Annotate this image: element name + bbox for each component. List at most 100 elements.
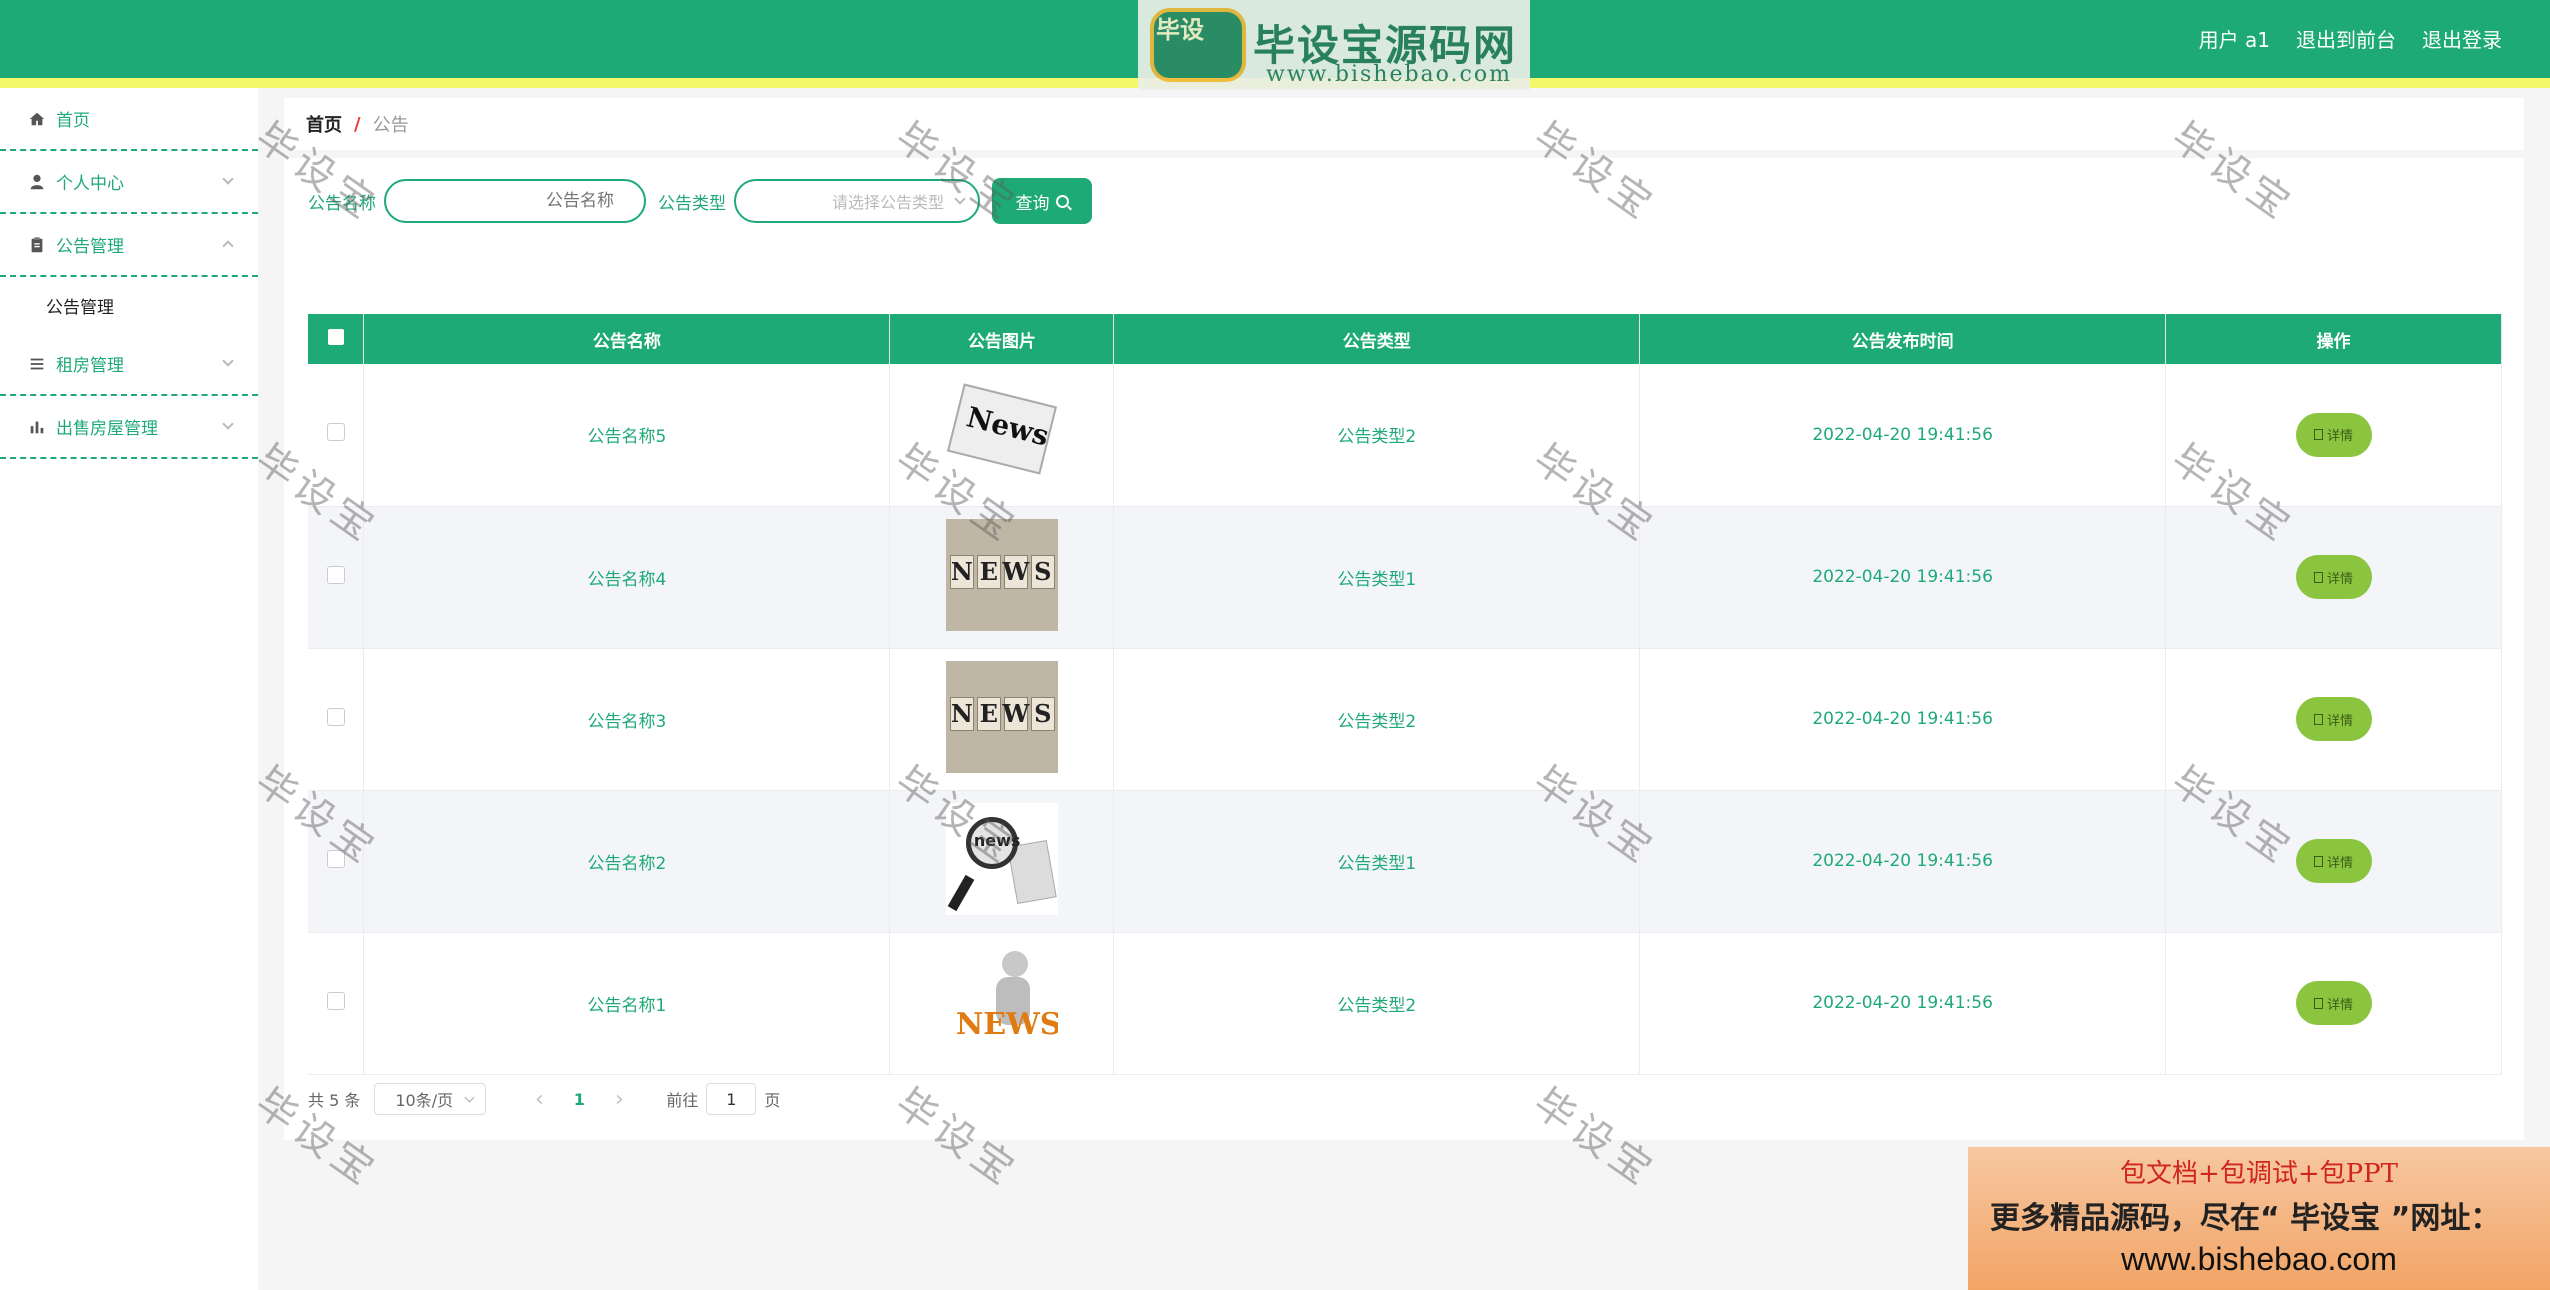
logout-link[interactable]: 退出登录: [2422, 24, 2502, 53]
notice-type-label: 公告类型: [658, 193, 726, 214]
notice-type-cell: 公告类型2: [1113, 648, 1641, 791]
document-icon: [2314, 997, 2323, 1009]
figure-news-image: NEWS: [945, 944, 1058, 1057]
sidebar-item-label: 租房管理: [56, 356, 124, 376]
letter-cube: N: [949, 554, 974, 589]
goto-page-input[interactable]: [706, 1083, 757, 1115]
sidebar-item-label: 出售房屋管理: [56, 419, 158, 439]
column-header: 公告类型: [1113, 314, 1641, 364]
notice-type-cell: 公告类型2: [1113, 364, 1641, 507]
magnifier-news-image: news: [945, 802, 1058, 915]
notice-name-label: 公告名称: [308, 193, 376, 214]
exit-to-front-link[interactable]: 退出到前台: [2296, 24, 2396, 53]
sidebar-item-label: 首页: [56, 111, 90, 131]
column-header: 公告名称: [363, 314, 891, 364]
sidebar-item-house-sale-management[interactable]: 出售房屋管理: [0, 396, 258, 459]
news-cubes-row: NEWS: [949, 696, 1055, 731]
notice-name-cell: 公告名称3: [363, 648, 891, 791]
detail-button-label: 详情: [2327, 713, 2354, 729]
bar-chart-icon: [30, 421, 44, 433]
detail-button-label: 详情: [2327, 571, 2354, 587]
user-nav: 用户 a1 退出到前台 退出登录: [2199, 24, 2502, 53]
notice-name-cell: 公告名称4: [363, 506, 891, 649]
row-select-cell: [308, 506, 365, 649]
home-icon: [29, 112, 45, 125]
row-checkbox[interactable]: [326, 565, 345, 584]
search-form: 公告名称 公告类型 请选择公告类型 查询: [308, 178, 1092, 224]
chevron-down-icon: [222, 173, 234, 185]
notice-type-cell: 公告类型2: [1113, 932, 1641, 1075]
notice-time-cell: 2022-04-20 19:41:56: [1639, 364, 2167, 507]
sidebar-item-rental-management[interactable]: 租房管理: [0, 333, 258, 396]
sidebar-item-home[interactable]: 首页: [0, 88, 258, 151]
table-row: 公告名称1 NEWS 公告类型2 2022-04-20 19:41:56 详情: [308, 932, 2502, 1075]
breadcrumb-home[interactable]: 首页: [306, 111, 342, 137]
row-checkbox[interactable]: [326, 423, 345, 442]
document-icon: [2314, 713, 2323, 725]
promo-banner[interactable]: 包文档+包调试+包PPT 更多精品源码，尽在“ 毕设宝 ”网址： www.bis…: [1968, 1147, 2550, 1290]
query-button[interactable]: 查询: [992, 178, 1092, 224]
notice-name-cell: 公告名称2: [363, 790, 891, 933]
current-user-label: 用户 a1: [2198, 28, 2270, 52]
news-cubes-image: NEWS: [945, 518, 1058, 631]
detail-button-label: 详情: [2327, 855, 2354, 871]
detail-button[interactable]: 详情: [2295, 839, 2372, 883]
row-select-cell: [308, 932, 365, 1075]
breadcrumb-separator: /: [354, 113, 361, 135]
select-all-header: [308, 314, 365, 364]
logo-badge-text: 毕设: [1156, 16, 1204, 44]
chevron-down-icon: [222, 355, 234, 367]
news-cubes-image: NEWS: [945, 660, 1058, 773]
row-checkbox[interactable]: [326, 849, 345, 868]
column-header: 操作: [2165, 314, 2502, 364]
actions-cell: 详情: [2165, 790, 2502, 933]
notice-time-cell: 2022-04-20 19:41:56: [1639, 506, 2167, 649]
notice-time-cell: 2022-04-20 19:41:56: [1639, 932, 2167, 1075]
next-page-button[interactable]: ›: [606, 1087, 632, 1112]
notice-type-select[interactable]: 请选择公告类型: [734, 179, 980, 223]
select-all-checkbox[interactable]: [327, 328, 344, 345]
detail-button-label: 详情: [2327, 997, 2354, 1013]
breadcrumb-current: 公告: [372, 115, 409, 136]
total-count: 共 5 条: [308, 1091, 361, 1110]
detail-button[interactable]: 详情: [2295, 555, 2372, 599]
logo-url-text: www.bishebao.com: [1266, 62, 1512, 87]
prev-page-button[interactable]: ‹: [526, 1087, 552, 1112]
news-cubes-row: NEWS: [949, 554, 1055, 589]
sidebar-item-personal-center[interactable]: 个人中心: [0, 151, 258, 214]
page-number[interactable]: 1: [566, 1090, 592, 1109]
letter-cube: S: [1030, 554, 1055, 589]
table-row: 公告名称5 News 公告类型2 2022-04-20 19:41:56 详情: [308, 364, 2502, 507]
actions-cell: 详情: [2165, 932, 2502, 1075]
sidebar-subitem-notice-management[interactable]: 公告管理: [0, 277, 258, 333]
promo-line-2: 更多精品源码，尽在“ 毕设宝 ”网址：: [1990, 1201, 2501, 1236]
magnifier-handle: [947, 874, 975, 911]
sidebar-item-label: 个人中心: [56, 174, 124, 194]
actions-cell: 详情: [2165, 648, 2502, 791]
letter-cube: S: [1030, 696, 1055, 731]
chevron-down-icon: [464, 1092, 475, 1103]
detail-button[interactable]: 详情: [2295, 981, 2372, 1025]
actions-cell: 详情: [2165, 506, 2502, 649]
site-logo-watermark: 毕设 毕设宝源码网 www.bishebao.com: [1138, 0, 1530, 90]
list-icon: [30, 358, 44, 369]
promo-line-1: 包文档+包调试+包PPT: [2120, 1159, 2398, 1189]
notice-time-cell: 2022-04-20 19:41:56: [1639, 790, 2167, 933]
sidebar-item-notice-management[interactable]: 公告管理: [0, 214, 258, 277]
notice-name-cell: 公告名称1: [363, 932, 891, 1075]
notice-name-cell: 公告名称5: [363, 364, 891, 507]
row-checkbox[interactable]: [326, 707, 345, 726]
detail-button[interactable]: 详情: [2295, 697, 2372, 741]
detail-button[interactable]: 详情: [2295, 412, 2372, 457]
goto-label: 前往: [666, 1091, 699, 1110]
notice-image-cell: NEWS: [889, 932, 1115, 1075]
row-checkbox[interactable]: [326, 991, 345, 1010]
document-icon: [2314, 855, 2323, 867]
breadcrumb: 首页 / 公告: [284, 98, 2524, 150]
notice-name-input[interactable]: [384, 179, 646, 223]
letter-cube: W: [1002, 696, 1029, 731]
user-icon: [30, 174, 44, 189]
page-size-select[interactable]: 10条/页: [374, 1083, 487, 1115]
row-select-cell: [308, 790, 365, 933]
image-text: news: [973, 830, 1021, 850]
